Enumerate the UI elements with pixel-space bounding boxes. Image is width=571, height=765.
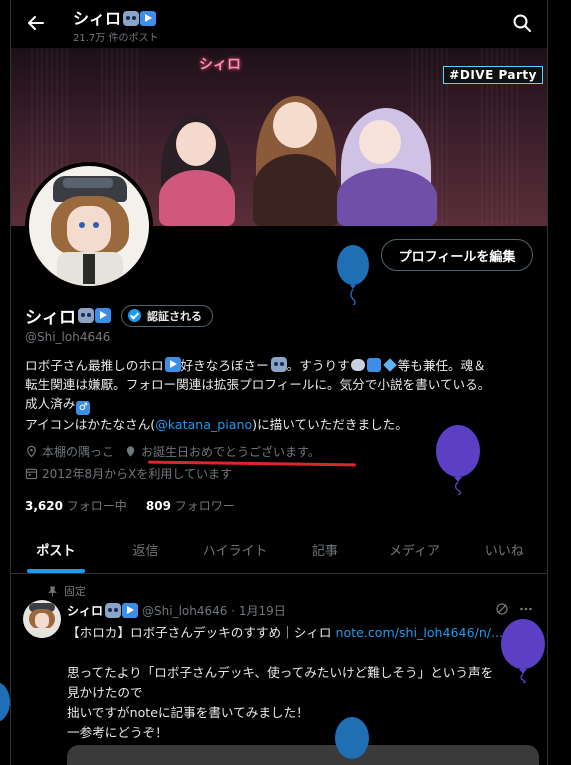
tweet-line: 【ホロカ】ロボ子さんデッキのすすめ｜シィロ — [67, 625, 336, 640]
balloon-icon — [0, 682, 10, 722]
bio-text: ロボ子さん最推しのホロ — [25, 358, 164, 373]
followers-count: 809 — [145, 499, 171, 513]
tweet-actions — [495, 602, 533, 616]
repeat-emoji-icon — [366, 358, 381, 372]
bio-text: アイコンはかたなさん( — [25, 417, 156, 432]
tab-media[interactable]: メディア — [370, 530, 460, 573]
more-icon[interactable] — [519, 602, 533, 616]
location-pin-icon — [27, 445, 36, 458]
balloon-icon — [335, 717, 369, 759]
birthday-text: お誕生日おめでとうございます。 — [141, 445, 320, 459]
tweet-meta[interactable]: @Shi_loh4646 · 1月19日 — [142, 602, 286, 619]
location-text: 本棚の隅っこ — [42, 445, 115, 459]
profile-avatar[interactable] — [25, 162, 153, 290]
balloon-icon — [436, 425, 480, 495]
tweet-text: 【ホロカ】ロボ子さんデッキのすすめ｜シィロ note.com/shi_loh46… — [67, 623, 539, 743]
banner-character-3-body — [337, 168, 437, 226]
calendar-icon — [25, 468, 38, 480]
bio-text: 成人済み — [25, 396, 76, 411]
banner-logo: シィロ — [199, 57, 241, 73]
get-verified-button[interactable]: 認証される — [121, 304, 213, 327]
robot-emoji-icon — [270, 357, 287, 372]
joined-date: 2012年8月からXを利用しています — [25, 465, 232, 482]
tab-articles[interactable]: 記事 — [280, 530, 370, 573]
bio-text: )に描いていただきました。 — [252, 417, 408, 432]
joined-text: 2012年8月からXを利用しています — [42, 467, 233, 481]
banner-tag: #DIVE Party — [443, 66, 543, 84]
top-bar: シィロ 21.7万 件のポスト — [11, 0, 547, 48]
bio-text: 転生関連は嫌厭。フォロー関連は拡張プロフィールに。気分で小説を書いている。 — [25, 377, 491, 392]
name-row: シィロ 認証される — [25, 303, 213, 328]
banner-character-2-face — [273, 102, 317, 148]
balloon-icon — [501, 619, 545, 683]
play-emoji-icon — [95, 308, 111, 323]
profile-handle: @Shi_loh4646 — [25, 330, 111, 344]
search-icon[interactable] — [511, 12, 533, 34]
pin-icon — [48, 585, 57, 597]
tweet-author-name[interactable]: シィロ — [67, 602, 103, 619]
pinned-label: 固定 — [47, 583, 86, 599]
banner-character-1-face — [176, 122, 216, 166]
robot-emoji-icon — [78, 308, 94, 323]
following-label: フォロー中 — [66, 499, 127, 513]
location: 本棚の隅っこ — [25, 443, 114, 460]
header-name: シィロ — [73, 9, 122, 28]
header-title: シィロ — [73, 5, 157, 29]
banner-character-1-body — [159, 170, 235, 226]
pinned-text: 固定 — [64, 585, 86, 598]
bio-text: 。すうりす — [286, 358, 350, 373]
play-emoji-icon — [140, 11, 157, 26]
balloon-icon — [126, 446, 135, 457]
following-link[interactable]: 3,620 フォロー中 — [25, 499, 127, 513]
speech-bubble-emoji-icon — [350, 359, 365, 371]
robot-emoji-icon — [105, 603, 122, 618]
tweet-media[interactable] — [67, 745, 539, 765]
banner-character-2-body — [253, 154, 339, 226]
followers-link[interactable]: 809 フォロワー — [146, 499, 235, 513]
male-sign-emoji-icon: ♂ — [76, 401, 91, 415]
tweet-line: 拙いですがnoteに記事を書いてみました！ — [67, 705, 309, 720]
tweet-line: 思ってたより「ロボ子さんデッキ、使ってみたいけど難しそう」という声を — [67, 665, 494, 680]
profile-meta: 本棚の隅っこ お誕生日おめでとうございます。 — [25, 443, 330, 460]
following-count: 3,620 — [25, 499, 63, 513]
mention-link[interactable]: @katana_piano — [155, 417, 252, 432]
tweet-avatar[interactable] — [23, 600, 61, 638]
tweet-link[interactable]: note.com/shi_loh4646/n/... — [335, 625, 503, 640]
robot-emoji-icon — [123, 11, 140, 26]
tweet-line: 見かけたので — [67, 685, 143, 700]
tab-posts[interactable]: ポスト — [11, 530, 101, 573]
post-count: 21.7万 件のポスト — [73, 33, 159, 44]
tab-likes[interactable]: いいね — [459, 530, 547, 573]
verified-badge-icon — [128, 309, 141, 322]
followers-label: フォロワー — [174, 499, 235, 513]
banner-character-3-face — [359, 120, 401, 164]
birthday: お誕生日おめでとうございます。 — [124, 443, 320, 460]
back-arrow-icon[interactable] — [23, 10, 49, 36]
avatar — [29, 166, 149, 286]
tweet-header: シィロ @Shi_loh4646 · 1月19日 — [67, 602, 286, 619]
play-emoji-icon — [164, 357, 181, 372]
heart-emoji-icon — [382, 358, 397, 372]
tweet-line: 一参考にどうぞ！ — [67, 725, 168, 740]
profile-name: シィロ — [25, 308, 76, 328]
profile-tabs: ポスト 返信 ハイライト 記事 メディア いいね — [11, 530, 547, 574]
follow-counts: 3,620 フォロー中 809 フォロワー — [25, 497, 235, 514]
edit-profile-button[interactable]: プロフィールを編集 — [381, 239, 533, 271]
bio-text: 好きなろぼさー — [180, 358, 269, 373]
profile-frame: シィロ 21.7万 件のポスト シィロ #DIVE Party プロフィールを編… — [10, 0, 548, 765]
bio-text: 等も兼任。魂＆ — [397, 358, 486, 373]
verify-label: 認証される — [147, 309, 202, 323]
play-emoji-icon — [122, 603, 139, 618]
balloon-icon — [337, 245, 369, 305]
tab-replies[interactable]: 返信 — [101, 530, 191, 573]
grok-icon[interactable] — [495, 602, 509, 616]
tab-highlights[interactable]: ハイライト — [190, 530, 280, 573]
